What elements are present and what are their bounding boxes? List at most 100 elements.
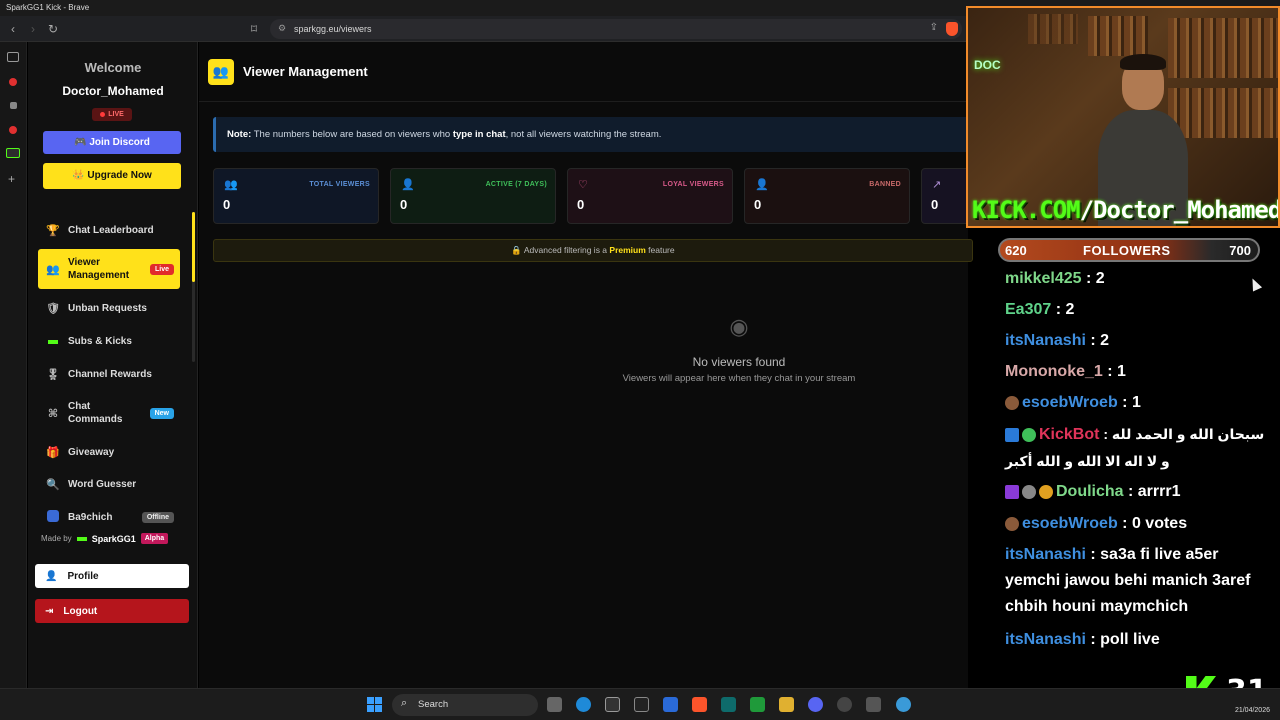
- users-icon: 👥: [46, 263, 60, 276]
- chat-message: mikkel425 : 2: [1005, 270, 1105, 287]
- audio-tab-icon[interactable]: [10, 102, 17, 109]
- live-badge: LIVE: [92, 108, 132, 121]
- vertical-tabs: +: [0, 42, 27, 688]
- premium-feature-banner: 🔒 Advanced filtering is a Premium featur…: [213, 239, 973, 262]
- taskbar: ⌕ Search 21/04/2026: [0, 688, 1280, 720]
- mail-icon[interactable]: [663, 697, 678, 712]
- terminal-icon[interactable]: [634, 697, 649, 712]
- command-icon: ⌘: [47, 407, 59, 420]
- sidebar-scrollbar-thumb[interactable]: [192, 212, 195, 282]
- task-view-icon[interactable]: [547, 697, 562, 712]
- chat-message: itsNanashi : 2: [1005, 332, 1110, 349]
- sidebar-item-chat-commands[interactable]: ⌘ Chat Commands New: [38, 394, 180, 432]
- new-badge: New: [149, 407, 174, 419]
- main-content: 👥 Viewer Management Note: The numbers be…: [199, 42, 981, 688]
- live-badge: Live: [149, 263, 174, 275]
- back-icon[interactable]: ‹: [5, 21, 21, 37]
- taskbar-date: 21/04/2026: [1234, 707, 1270, 714]
- upgrade-button[interactable]: 👑 Upgrade Now: [43, 163, 181, 189]
- chat-message: esoebWroeb : 1: [1005, 390, 1275, 416]
- alpha-badge: Alpha: [140, 533, 169, 544]
- sidebar-toggle-icon[interactable]: [7, 52, 19, 62]
- logout-icon: ⇥: [45, 605, 54, 617]
- logout-button[interactable]: ⇥ Logout: [35, 599, 189, 623]
- folder-icon[interactable]: [779, 697, 794, 712]
- windows-start-icon[interactable]: [367, 697, 382, 712]
- stat-loyal-viewers: ♡ LOYAL VIEWERS 0: [567, 168, 733, 224]
- empty-state-subtitle: Viewers will appear here when they chat …: [622, 373, 856, 384]
- chat-message: Doulicha : arrrr1: [1005, 479, 1275, 505]
- followers-label: FOLLOWERS: [1083, 243, 1171, 258]
- page-title: Viewer Management: [243, 64, 368, 79]
- sub-badge-icon: [1005, 484, 1019, 499]
- sidebar-item-ba9chich[interactable]: Ba9chich Offline: [38, 504, 180, 530]
- users-icon: 👥: [208, 59, 234, 85]
- info-note: Note: The numbers below are based on vie…: [213, 117, 973, 152]
- ba9chich-icon: [46, 509, 60, 525]
- youtube-tab-icon[interactable]: [9, 126, 17, 134]
- sidebar-item-giveaway[interactable]: 🎁 Giveaway: [38, 439, 180, 465]
- bookshelf: [1088, 16, 1148, 56]
- chat-message: itsNanashi : sa3a fi live a5er yemchi ja…: [1005, 546, 1251, 615]
- app-sidebar: Welcome Doctor_Mohamed LIVE 🎮 Join Disco…: [28, 42, 198, 688]
- user-x-icon: 👤: [755, 179, 769, 191]
- calendar-icon[interactable]: [605, 697, 620, 712]
- brave-shield-icon[interactable]: [946, 22, 958, 36]
- live-dot-icon: [100, 111, 106, 117]
- avatar-icon: [1005, 516, 1019, 531]
- kick-logo-icon: [76, 536, 87, 541]
- app-icon[interactable]: [750, 697, 765, 712]
- capcut-icon[interactable]: [721, 697, 736, 712]
- sidebar-item-channel-rewards[interactable]: 🎖 Channel Rewards: [38, 361, 180, 387]
- page-header: 👥 Viewer Management: [199, 42, 968, 102]
- url-text: sparkgg.eu/viewers: [294, 24, 372, 34]
- sidebar-item-subs-kicks[interactable]: Subs & Kicks: [38, 328, 180, 354]
- obs-icon[interactable]: [837, 697, 852, 712]
- user-icon: 👤: [45, 570, 58, 582]
- followers-goal-bar: 620 FOLLOWERS 700: [998, 238, 1260, 262]
- avatar-icon: [1005, 395, 1019, 410]
- award-icon: 🎖: [46, 368, 60, 381]
- verified-badge-icon: [1022, 428, 1036, 443]
- browser-toolbar: ‹ › ↻ ⌑ ⚙ sparkgg.eu/viewers ⇪: [0, 16, 968, 42]
- window-title: SparkGG1 Kick - Brave: [6, 3, 90, 12]
- new-tab-icon[interactable]: +: [8, 173, 20, 186]
- taskbar-search[interactable]: ⌕ Search: [392, 694, 538, 716]
- join-discord-button[interactable]: 🎮 Join Discord: [43, 131, 181, 154]
- sidebar-item-chat-leaderboard[interactable]: 🏆 Chat Leaderboard: [38, 217, 180, 243]
- welcome-text: Welcome: [84, 60, 142, 75]
- sidebar-item-word-guesser[interactable]: 🔍 Word Guesser: [38, 471, 180, 497]
- offline-badge: Offline: [141, 511, 174, 523]
- empty-state-title: No viewers found: [692, 355, 786, 369]
- brave-icon[interactable]: [692, 697, 707, 712]
- kick-icon: [46, 335, 60, 347]
- profile-button[interactable]: 👤 Profile: [35, 564, 189, 588]
- users-icon: 👥: [224, 179, 238, 191]
- followers-goal: 700: [1229, 243, 1251, 258]
- gift-badge-icon: [1039, 484, 1053, 499]
- youtube-tab-icon[interactable]: [9, 78, 17, 86]
- edge-icon[interactable]: [576, 697, 591, 712]
- kick-tab-icon[interactable]: [6, 148, 20, 158]
- url-field[interactable]: ⚙ sparkgg.eu/viewers ⇪: [270, 19, 962, 39]
- globe-icon[interactable]: [896, 697, 911, 712]
- chat-message: esoebWroeb : 0 votes: [1005, 511, 1275, 537]
- search-icon: ⌕: [401, 697, 408, 709]
- chat-message: itsNanashi : poll live: [1005, 631, 1160, 648]
- chat-message: KickBot : سبحان الله و الحمد لله و لا ال…: [1005, 426, 1265, 469]
- followers-current: 620: [1005, 243, 1027, 258]
- chat-message: Mononoke_1 : 1: [1005, 363, 1126, 380]
- site-info-icon[interactable]: ⚙: [278, 23, 286, 34]
- reload-icon[interactable]: ↻: [45, 21, 61, 37]
- sidebar-item-unban-requests[interactable]: 🛡 Unban Requests: [38, 295, 180, 321]
- forward-icon[interactable]: ›: [25, 21, 41, 37]
- discord-icon[interactable]: [808, 697, 823, 712]
- sidebar-item-viewer-management[interactable]: 👥 Viewer Management Live: [38, 249, 180, 289]
- app-grid-icon[interactable]: [866, 697, 881, 712]
- avatar-icon: [1022, 484, 1036, 499]
- bookmark-icon[interactable]: ⌑: [246, 21, 262, 37]
- share-icon[interactable]: ⇪: [930, 22, 938, 33]
- lock-icon: 🔒: [511, 245, 522, 255]
- username: Doctor_Mohamed: [62, 84, 164, 98]
- stat-banned: 👤 BANNED 0: [744, 168, 910, 224]
